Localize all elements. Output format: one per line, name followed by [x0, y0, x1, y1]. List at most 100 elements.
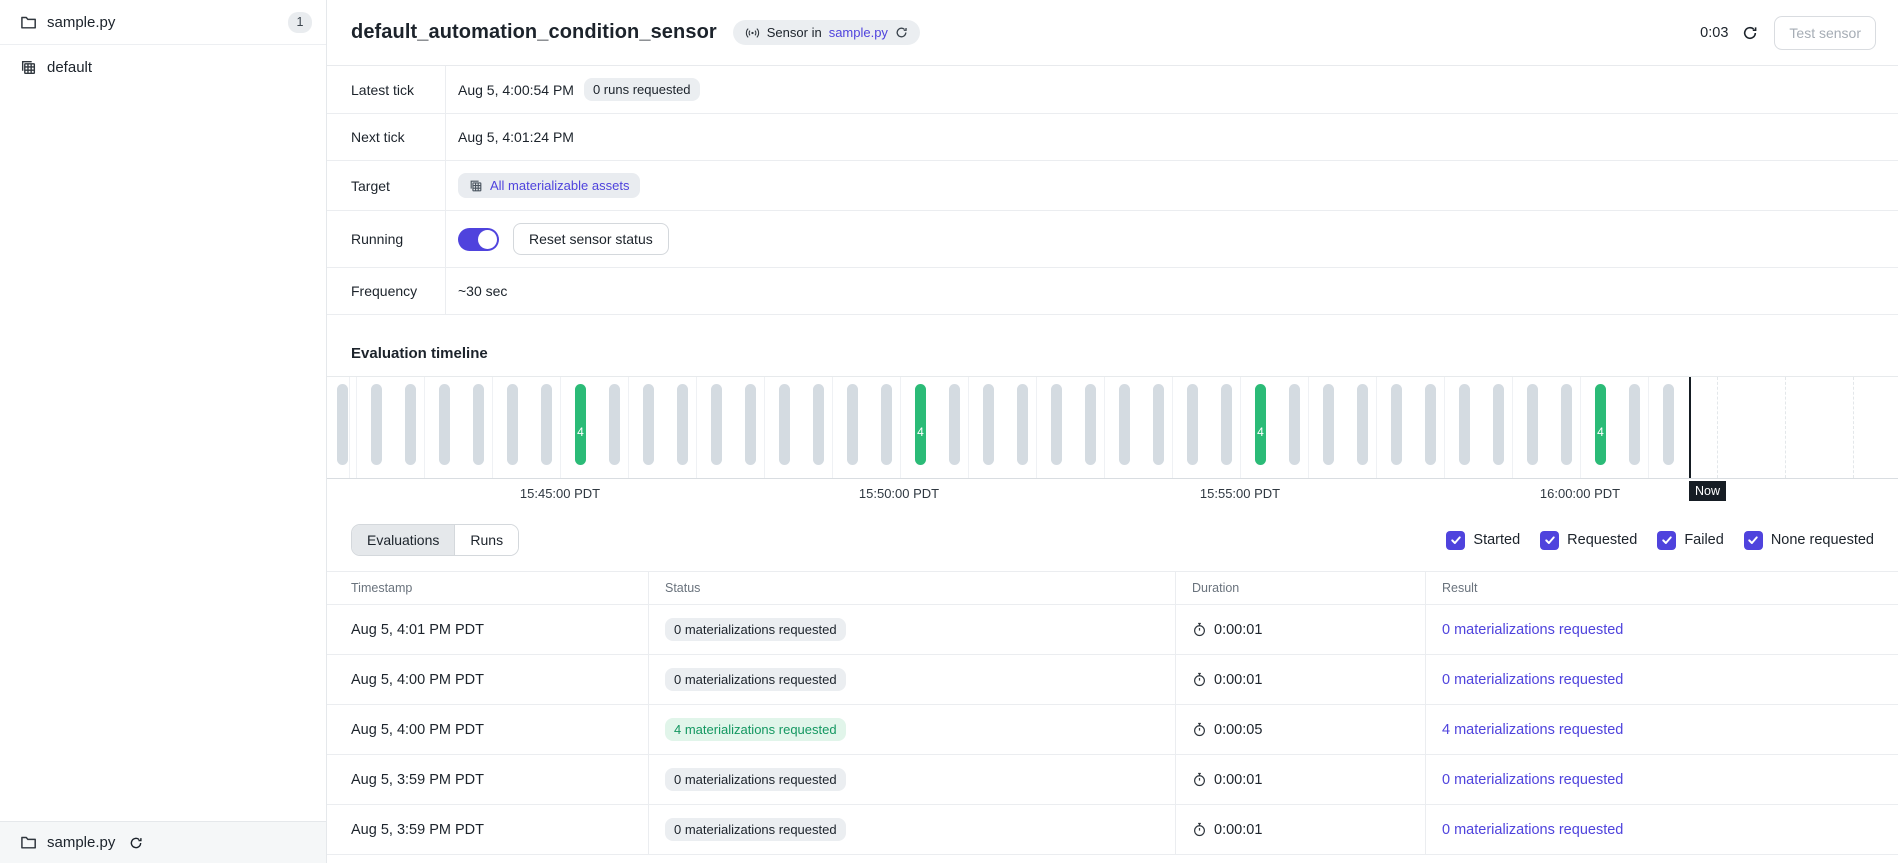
timeline-bar[interactable]	[1357, 384, 1368, 465]
timeline-bar[interactable]	[1527, 384, 1538, 465]
timeline-bar-requested[interactable]: 4	[575, 384, 586, 465]
timeline-bar[interactable]	[609, 384, 620, 465]
timeline-bar-requested[interactable]: 4	[915, 384, 926, 465]
evaluation-duration: 0:00:01	[1214, 622, 1262, 638]
table-row: Aug 5, 4:00 PM PDT 0 materializations re…	[327, 655, 1898, 705]
reset-sensor-status-button[interactable]: Reset sensor status	[513, 223, 669, 255]
sensor-origin-badge: Sensor in sample.py	[733, 20, 920, 45]
page-title: default_automation_condition_sensor	[351, 21, 717, 44]
running-toggle[interactable]	[458, 228, 499, 251]
timeline-bar[interactable]	[1289, 384, 1300, 465]
axis-tick-label: 16:00:00 PDT	[1540, 486, 1620, 501]
view-tabs: Evaluations Runs	[351, 524, 519, 556]
result-link[interactable]: 0 materializations requested	[1442, 822, 1623, 838]
column-header-status: Status	[648, 572, 1175, 604]
timeline-bar[interactable]	[1425, 384, 1436, 465]
timeline-bar[interactable]	[847, 384, 858, 465]
timeline-future-region	[1690, 377, 1898, 478]
repository-name: default	[47, 59, 92, 76]
timeline-bar[interactable]	[745, 384, 756, 465]
footer-location-name: sample.py	[47, 834, 115, 851]
status-badge: 0 materializations requested	[665, 668, 846, 691]
timeline-bar[interactable]	[779, 384, 790, 465]
evaluation-duration: 0:00:01	[1214, 672, 1262, 688]
timeline-bar[interactable]	[711, 384, 722, 465]
sidebar-item-repository[interactable]: default	[0, 45, 326, 90]
sidebar-footer: sample.py	[0, 821, 326, 863]
timeline-bar[interactable]	[1017, 384, 1028, 465]
timeline-bar[interactable]	[371, 384, 382, 465]
timeline-bar[interactable]	[813, 384, 824, 465]
next-tick-value: Aug 5, 4:01:24 PM	[458, 129, 574, 145]
stopwatch-icon	[1192, 622, 1207, 637]
timeline-bar[interactable]	[983, 384, 994, 465]
checkbox-checked-icon	[1446, 531, 1465, 550]
sidebar: sample.py 1 default sample.py	[0, 0, 327, 863]
timeline-bar[interactable]	[677, 384, 688, 465]
folder-icon	[20, 14, 37, 31]
page-header: default_automation_condition_sensor Sens…	[327, 0, 1898, 66]
column-header-duration: Duration	[1175, 572, 1425, 604]
timeline-bar[interactable]	[1153, 384, 1164, 465]
timeline-bar-requested[interactable]: 4	[1595, 384, 1606, 465]
timeline-bar[interactable]	[1459, 384, 1470, 465]
evaluation-duration: 0:00:05	[1214, 722, 1262, 738]
timeline-bar[interactable]	[643, 384, 654, 465]
evaluation-timestamp: Aug 5, 4:01 PM PDT	[327, 605, 648, 654]
evaluation-timeline-chart: 4 4 4 4	[327, 376, 1898, 479]
sensor-file-link[interactable]: sample.py	[829, 25, 888, 40]
table-row: Aug 5, 4:00 PM PDT 4 materializations re…	[327, 705, 1898, 755]
reload-sensor-button[interactable]	[895, 26, 908, 39]
checkbox-checked-icon	[1540, 531, 1559, 550]
timeline-bar[interactable]	[1391, 384, 1402, 465]
timeline-bar[interactable]	[1119, 384, 1130, 465]
evaluation-timestamp: Aug 5, 3:59 PM PDT	[327, 755, 648, 804]
result-link[interactable]: 0 materializations requested	[1442, 672, 1623, 688]
evaluation-timestamp: Aug 5, 4:00 PM PDT	[327, 705, 648, 754]
main-panel: default_automation_condition_sensor Sens…	[327, 0, 1898, 863]
filter-failed[interactable]: Failed	[1657, 531, 1724, 550]
next-tick-row: Next tick Aug 5, 4:01:24 PM	[327, 114, 1898, 161]
target-assets-label: All materializable assets	[490, 178, 629, 193]
reload-location-button[interactable]	[125, 832, 147, 854]
timeline-bar[interactable]	[1323, 384, 1334, 465]
stopwatch-icon	[1192, 722, 1207, 737]
axis-tick-label: 15:50:00 PDT	[859, 486, 939, 501]
result-link[interactable]: 0 materializations requested	[1442, 622, 1623, 638]
result-link[interactable]: 4 materializations requested	[1442, 722, 1623, 738]
latest-tick-row: Latest tick Aug 5, 4:00:54 PM 0 runs req…	[327, 66, 1898, 114]
tab-evaluations[interactable]: Evaluations	[352, 525, 454, 555]
test-sensor-button[interactable]: Test sensor	[1774, 16, 1876, 50]
now-marker-label: Now	[1689, 481, 1726, 501]
result-link[interactable]: 0 materializations requested	[1442, 772, 1623, 788]
timeline-bar[interactable]	[541, 384, 552, 465]
filter-started[interactable]: Started	[1446, 531, 1520, 550]
timeline-bar[interactable]	[1663, 384, 1674, 465]
timeline-bar[interactable]	[949, 384, 960, 465]
table-row: Aug 5, 3:59 PM PDT 0 materializations re…	[327, 755, 1898, 805]
evaluation-duration: 0:00:01	[1214, 772, 1262, 788]
timeline-bar[interactable]	[1629, 384, 1640, 465]
timeline-bar[interactable]	[1187, 384, 1198, 465]
timeline-bar[interactable]	[1493, 384, 1504, 465]
timeline-bar[interactable]	[439, 384, 450, 465]
refresh-button[interactable]	[1738, 21, 1762, 45]
timeline-bar[interactable]	[1221, 384, 1232, 465]
filter-none-requested[interactable]: None requested	[1744, 531, 1874, 550]
timeline-bar-requested[interactable]: 4	[1255, 384, 1266, 465]
target-assets-link[interactable]: All materializable assets	[458, 173, 640, 198]
sidebar-item-code-location[interactable]: sample.py 1	[0, 0, 326, 45]
timeline-bar[interactable]	[1085, 384, 1096, 465]
timeline-bar[interactable]	[1051, 384, 1062, 465]
timeline-bar[interactable]	[881, 384, 892, 465]
filter-label: Failed	[1684, 532, 1724, 548]
tab-runs[interactable]: Runs	[454, 525, 518, 555]
filter-requested[interactable]: Requested	[1540, 531, 1637, 550]
status-badge: 4 materializations requested	[665, 718, 846, 741]
timeline-bar[interactable]	[405, 384, 416, 465]
timeline-bar[interactable]	[507, 384, 518, 465]
timeline-bar[interactable]	[1561, 384, 1572, 465]
timeline-bar[interactable]	[337, 384, 348, 465]
timeline-bar[interactable]	[473, 384, 484, 465]
filter-label: None requested	[1771, 532, 1874, 548]
